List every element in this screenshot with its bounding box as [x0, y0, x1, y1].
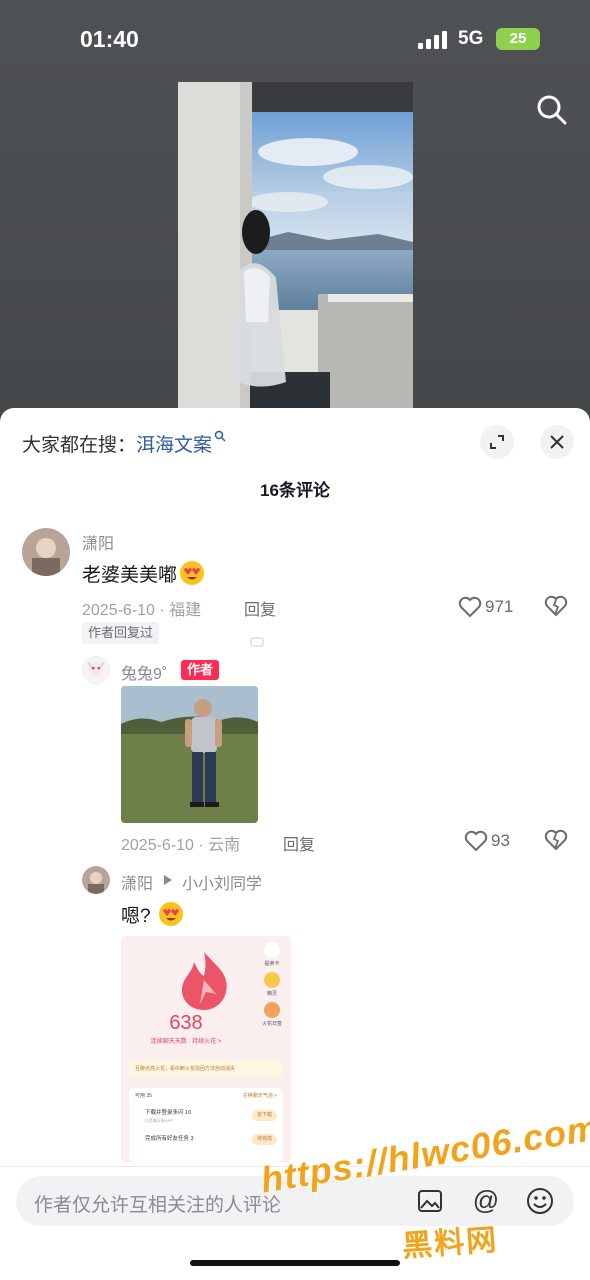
close-button[interactable]: [540, 425, 574, 459]
like-heart-icon[interactable]: [464, 830, 488, 852]
reply-text: 嗯?: [121, 901, 184, 928]
reply-image-app-screenshot[interactable]: 638 连续聊天天数 · 持续火花 > 提卖卡 精灵 火花日签 互聊点亮火花，看…: [121, 936, 291, 1162]
reply-username[interactable]: 潇阳: [121, 870, 153, 894]
task-sub: 抖音聊天新APP: [145, 1118, 174, 1123]
comment-username[interactable]: 潇阳: [82, 530, 114, 554]
trending-search[interactable]: 大家都在搜：洱海文案: [22, 430, 226, 457]
like-count: 971: [485, 597, 514, 616]
faint-share-icon: [250, 637, 264, 647]
flame-icon: [182, 952, 227, 1010]
video-area[interactable]: 01:40 5G 25: [0, 0, 590, 420]
close-icon: [550, 435, 564, 449]
task-card: 可用 35 兑换聊天气泡 > 下载并登录多闪 10 抖音聊天新APP 去下载 完…: [129, 1088, 283, 1162]
watermark-name: 黑料网: [401, 1223, 500, 1264]
home-indicator: [190, 1260, 400, 1266]
task-title: 完成所有好友任务 3: [145, 1136, 194, 1142]
like-heart-icon[interactable]: [458, 596, 482, 618]
side-item: 火花日签: [255, 1000, 289, 1030]
avatar[interactable]: [22, 528, 70, 576]
reply-arrow-icon: [164, 875, 172, 885]
input-placeholder: 作者仅允许互相关注的人评论: [34, 1195, 282, 1216]
emoji-icon[interactable]: [526, 1187, 554, 1215]
reply-username[interactable]: 兔兔9˚: [121, 660, 167, 684]
dislike-heart-icon[interactable]: [544, 828, 568, 852]
avatar[interactable]: [82, 656, 110, 684]
task-button: 去下载: [251, 1110, 277, 1121]
promo-bar: 互聊点亮火花，看中断火花找回方法自动消失: [129, 1060, 283, 1078]
side-rail: 提卖卡 精灵 火花日签: [255, 940, 289, 1030]
heart-eyes-emoji-icon: [158, 902, 183, 926]
status-time: 01:40: [80, 26, 139, 52]
mention-icon[interactable]: @: [472, 1186, 500, 1214]
comment-text: 老婆美美嘟: [82, 560, 205, 587]
trending-prefix: 大家都在搜：: [22, 435, 137, 456]
network-label: 5G: [458, 28, 484, 49]
like-count: 93: [491, 831, 510, 850]
reply-button[interactable]: 回复: [244, 596, 276, 620]
signal-icon: [418, 31, 447, 49]
streak-number: 638: [169, 1012, 203, 1034]
expand-button[interactable]: [480, 425, 514, 459]
image-icon[interactable]: [418, 1190, 442, 1212]
dislike-heart-icon[interactable]: [544, 594, 568, 618]
comment-count: 16条评论: [260, 481, 330, 500]
expand-icon: [490, 435, 504, 449]
side-item: 精灵: [255, 970, 289, 1000]
comment-date-location: 2025-6-10 · 福建: [82, 602, 202, 619]
streak-label: 连续聊天天数 · 持续火花 >: [150, 1039, 222, 1045]
video-frame-image: [178, 82, 413, 410]
task-button: 待完成: [251, 1134, 277, 1145]
battery-icon: 25: [496, 28, 540, 50]
reply-button[interactable]: 回复: [283, 831, 315, 855]
avatar[interactable]: [82, 866, 110, 894]
reply-image-game-character[interactable]: [121, 686, 258, 823]
reply-target-username[interactable]: 小小刘同学: [182, 870, 262, 894]
trending-query-link[interactable]: 洱海文案: [136, 435, 212, 456]
heart-eyes-emoji-icon: [180, 561, 205, 585]
status-bar: 01:40 5G 25: [0, 0, 590, 80]
task-title: 下载并登录多闪 10: [145, 1110, 192, 1116]
task-header: 可用 35: [135, 1093, 152, 1099]
search-small-icon: [214, 430, 226, 442]
reply-date-location: 2025-6-10 · 云南: [121, 837, 241, 854]
author-tag: 作者: [181, 660, 220, 680]
author-replied-badge: 作者回复过: [82, 622, 160, 644]
search-icon[interactable]: [536, 94, 568, 126]
task-header-right: 兑换聊天气泡 >: [242, 1093, 277, 1099]
side-item: 提卖卡: [255, 940, 289, 970]
